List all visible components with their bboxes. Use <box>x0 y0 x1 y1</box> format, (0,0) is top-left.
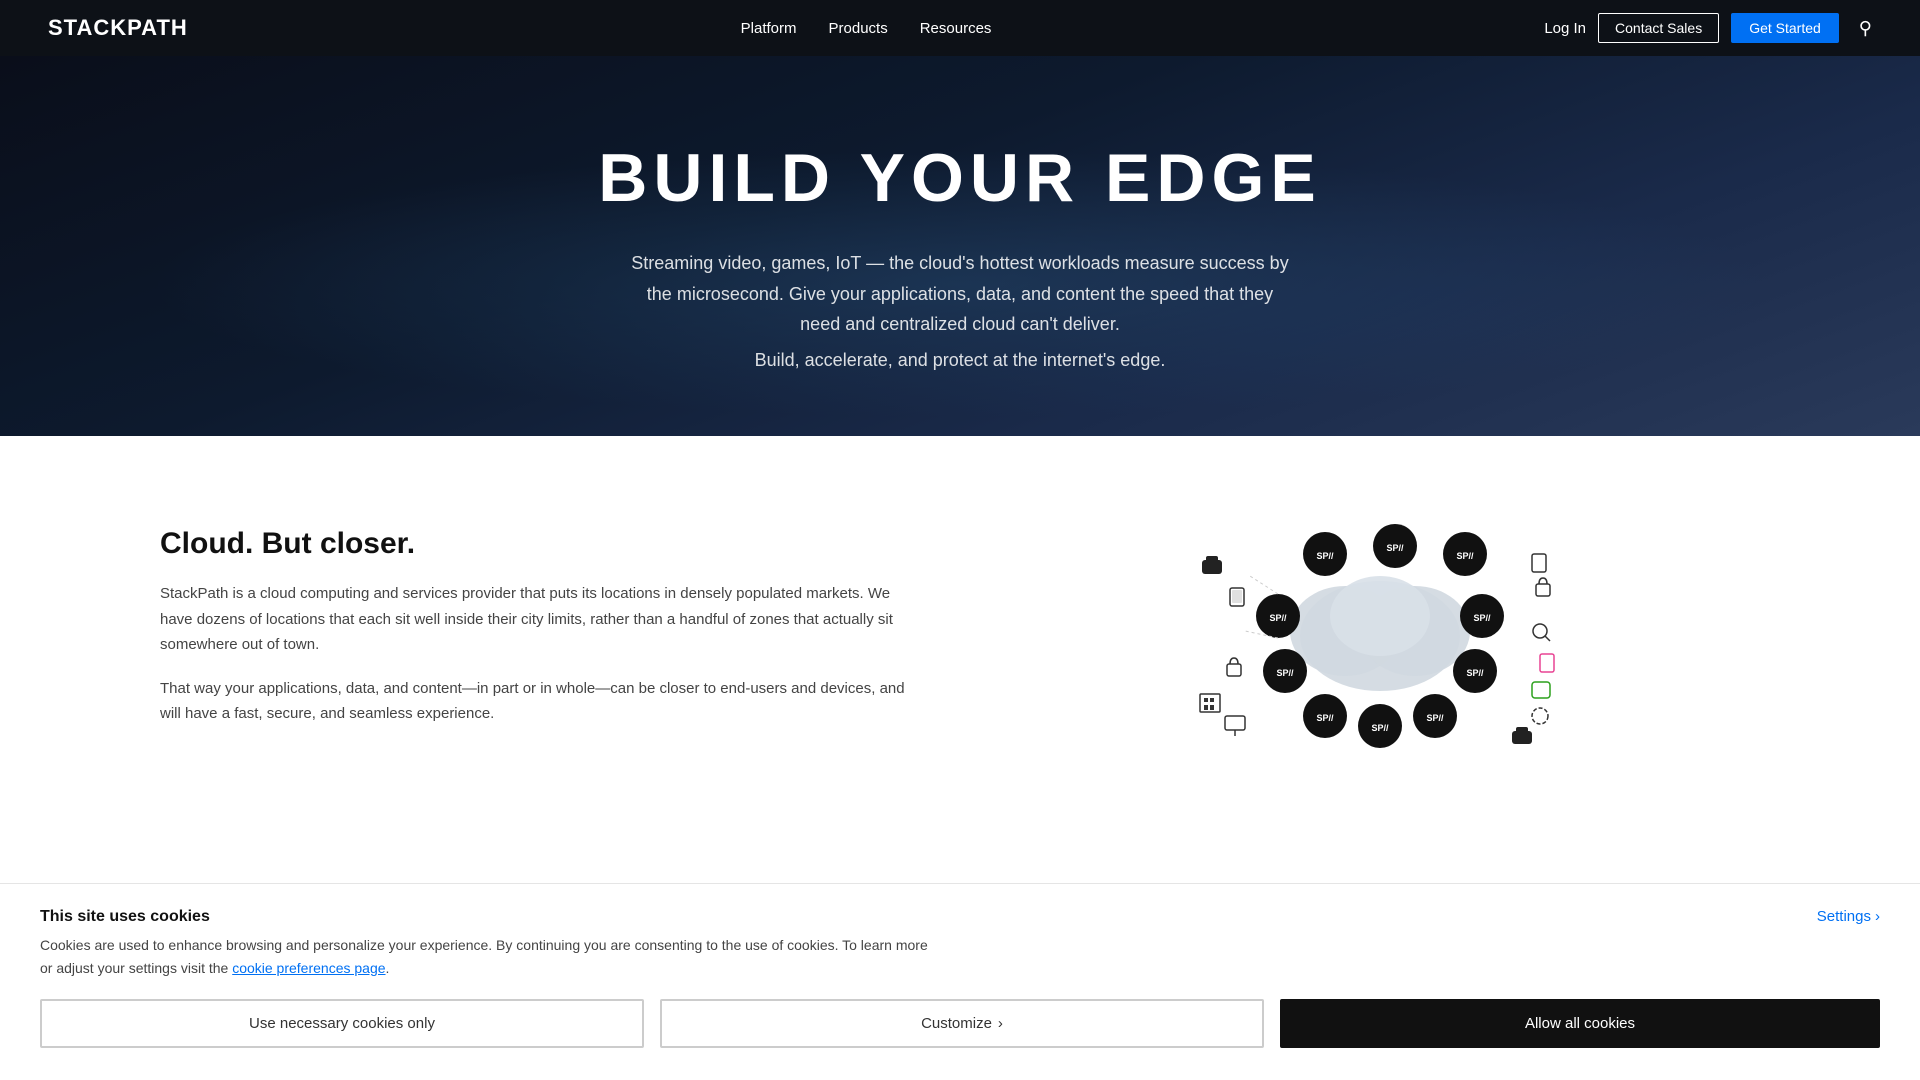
network-diagram-svg: SP// SP// SP// SP// SP// SP// SP// SP// … <box>1170 516 1590 756</box>
cloud-para1: StackPath is a cloud computing and servi… <box>160 581 920 658</box>
navbar: STACKPATH Platform Products Resources Lo… <box>0 0 1920 56</box>
chevron-right-icon: › <box>1875 908 1880 925</box>
settings-label: Settings <box>1817 908 1871 925</box>
cloud-diagram: SP// SP// SP// SP// SP// SP// SP// SP// … <box>1000 516 1760 756</box>
cookie-banner: This site uses cookies Cookies are used … <box>0 883 1920 1080</box>
svg-text:SP//: SP// <box>1276 668 1294 678</box>
login-button[interactable]: Log In <box>1544 20 1586 37</box>
cloud-title: Cloud. But closer. <box>160 527 920 561</box>
hero-section: BUILD YOUR EDGE Streaming video, games, … <box>0 56 1920 436</box>
arrow-right-icon: › <box>998 1015 1003 1032</box>
search-icon[interactable]: ⚲ <box>1859 18 1872 39</box>
svg-text:SP//: SP// <box>1426 713 1444 723</box>
cookie-header: This site uses cookies Cookies are used … <box>40 908 1880 979</box>
allow-all-cookies-button[interactable]: Allow all cookies <box>1280 999 1880 1048</box>
svg-text:SP//: SP// <box>1473 613 1491 623</box>
cookie-title: This site uses cookies <box>40 908 940 926</box>
nav-platform[interactable]: Platform <box>741 20 797 37</box>
svg-text:SP//: SP// <box>1466 668 1484 678</box>
hero-title: BUILD YOUR EDGE <box>598 141 1321 216</box>
svg-text:SP//: SP// <box>1456 551 1474 561</box>
use-necessary-cookies-button[interactable]: Use necessary cookies only <box>40 999 644 1048</box>
customize-button[interactable]: Customize › <box>660 999 1264 1048</box>
get-started-button[interactable]: Get Started <box>1731 13 1839 43</box>
cookie-description: Cookies are used to enhance browsing and… <box>40 934 940 979</box>
hero-tagline: Build, accelerate, and protect at the in… <box>755 350 1166 371</box>
nav-links: Platform Products Resources <box>741 20 992 37</box>
customize-label: Customize <box>921 1015 992 1032</box>
settings-link[interactable]: Settings › <box>1817 908 1880 925</box>
cookie-text-block: This site uses cookies Cookies are used … <box>40 908 940 979</box>
contact-sales-button[interactable]: Contact Sales <box>1598 13 1719 43</box>
cloud-section: Cloud. But closer. StackPath is a cloud … <box>0 436 1920 836</box>
svg-text:SP//: SP// <box>1371 723 1389 733</box>
nav-actions: Log In Contact Sales Get Started ⚲ <box>1544 13 1872 43</box>
svg-text:SP//: SP// <box>1386 543 1404 553</box>
svg-text:SP//: SP// <box>1316 551 1334 561</box>
cookie-buttons: Use necessary cookies only Customize › A… <box>40 999 1880 1048</box>
cloud-para2: That way your applications, data, and co… <box>160 676 920 727</box>
nav-products[interactable]: Products <box>829 20 888 37</box>
svg-text:SP//: SP// <box>1316 713 1334 723</box>
nav-resources[interactable]: Resources <box>920 20 992 37</box>
cookie-preferences-link[interactable]: cookie preferences page <box>232 960 385 976</box>
svg-text:SP//: SP// <box>1269 613 1287 623</box>
cloud-text: Cloud. But closer. StackPath is a cloud … <box>160 527 920 745</box>
hero-subtitle: Streaming video, games, IoT — the cloud'… <box>630 248 1290 340</box>
logo[interactable]: STACKPATH <box>48 15 188 41</box>
